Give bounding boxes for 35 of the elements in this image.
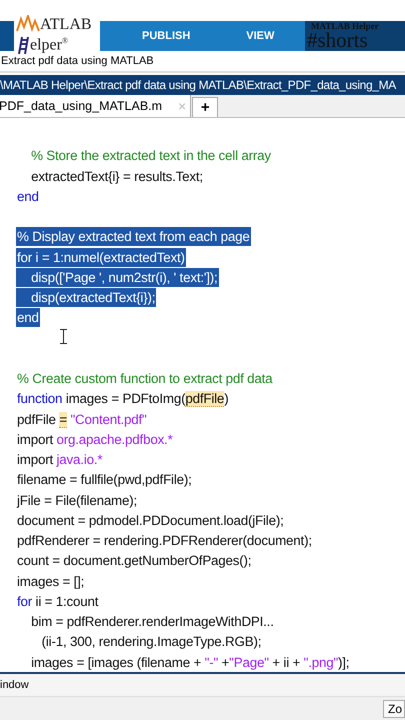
- ribbon-tab[interactable]: PUBLISH: [142, 27, 190, 45]
- text-cursor-icon: [60, 329, 67, 344]
- window-title: Extract pdf data using MATLAB: [1, 55, 154, 67]
- code-line: jFile = File(filename);: [16, 492, 138, 510]
- code-line: filename = fullfile(pwd,pdfFile);: [16, 471, 193, 490]
- new-tab-button[interactable]: +: [192, 97, 218, 117]
- code-line: (ii-1, 300, rendering.ImageType.RGB);: [40, 633, 262, 652]
- code-line: % Create custom function to extract pdf data: [16, 370, 274, 388]
- ribbon-edge: [0, 21, 14, 51]
- code-line: images = [images (filename + "-" +"Page" + ii + ".png")];: [30, 654, 350, 672]
- editor-tab[interactable]: PDF_data_using_MATLAB.m ×: [0, 95, 192, 117]
- ribbon-tab[interactable]: VIEW: [246, 27, 274, 45]
- code-line: count = document.getNumberOfPages();: [16, 552, 252, 570]
- code-line: pdfFile = "Content.pdf": [16, 410, 148, 428]
- code-line: for ii = 1:count: [16, 592, 100, 611]
- panel-title: indow: [0, 679, 29, 691]
- code-line: pdfRenderer = rendering.PDFRenderer(document);: [16, 532, 313, 550]
- code-line: end: [16, 188, 40, 206]
- ladder-logo-icon: [16, 36, 30, 54]
- code-line: function images = PDFtoImg(pdfFile): [16, 390, 230, 408]
- zoom-button[interactable]: Zo: [382, 700, 405, 718]
- path-bar: \MATLAB Helper\Extract pdf data using MATLAB\Extract_PDF_data_using_MA: [0, 75, 405, 95]
- code-line: import org.apache.pdfbox.*: [16, 430, 174, 449]
- channel-name: MATLAB Helper: [311, 22, 380, 31]
- logo-text: ATLAB: [40, 17, 92, 33]
- code-line: import java.io.*: [16, 451, 104, 469]
- logo-text: elper$^{®}$: [30, 34, 68, 54]
- code-line: bim = pdfRenderer.renderImageWithDPI...: [30, 613, 275, 631]
- code-line: images = [];: [16, 572, 86, 590]
- hashtag-text: #shorts: [307, 31, 368, 50]
- code-line: extractedText{i} = results.Text;: [30, 168, 204, 186]
- code-line: document = pdmodel.PDDocument.load(jFile);: [16, 512, 285, 530]
- code-line: % Store the extracted text in the cell array: [30, 147, 272, 166]
- wave-logo-icon: [16, 15, 40, 33]
- tab-label: PDF_data_using_MATLAB.m: [0, 99, 162, 113]
